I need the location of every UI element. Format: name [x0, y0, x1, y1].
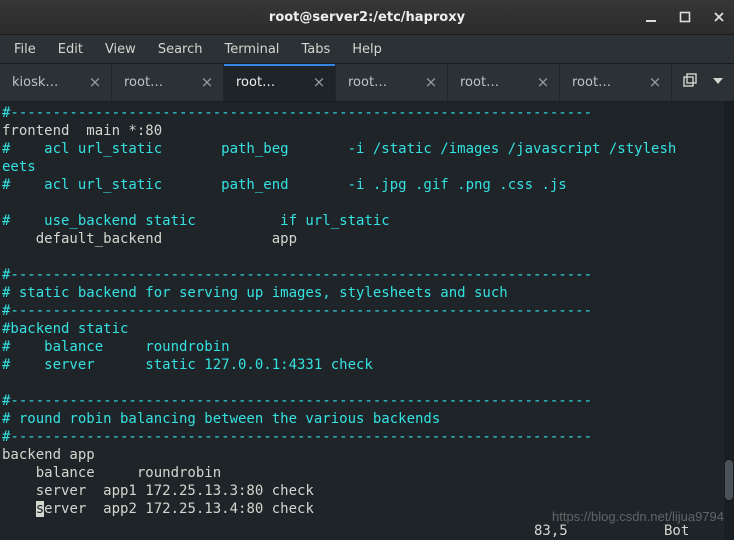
tab-5[interactable]: root… ×: [560, 64, 672, 101]
menu-search[interactable]: Search: [148, 38, 213, 61]
close-icon[interactable]: ×: [535, 75, 551, 91]
minimize-button[interactable]: [642, 8, 660, 26]
maximize-button[interactable]: [676, 8, 694, 26]
close-button[interactable]: [710, 8, 728, 26]
tab-4[interactable]: root… ×: [448, 64, 560, 101]
tab-label: root…: [348, 75, 417, 90]
tab-3[interactable]: root… ×: [336, 64, 448, 101]
terminal-output[interactable]: #---------------------------------------…: [0, 102, 734, 540]
menu-help[interactable]: Help: [342, 38, 392, 61]
tab-label: root…: [236, 75, 305, 90]
menu-file[interactable]: File: [4, 38, 46, 61]
menu-tabs[interactable]: Tabs: [291, 38, 340, 61]
menu-edit[interactable]: Edit: [48, 38, 93, 61]
close-icon[interactable]: ×: [87, 75, 103, 91]
tab-bar: kiosk… × root… × root… × root… × root… × root… ×: [0, 64, 734, 102]
window-titlebar: root@server2:/etc/haproxy: [0, 0, 734, 35]
vim-statusline: 83,5 Bot: [0, 522, 724, 540]
new-tab-button[interactable]: [682, 73, 698, 93]
window-controls: [642, 8, 728, 26]
close-icon[interactable]: ×: [311, 75, 327, 91]
tab-2[interactable]: root… ×: [224, 64, 336, 101]
tab-extras: [672, 64, 734, 101]
tab-label: kiosk…: [12, 75, 81, 90]
terminal-area[interactable]: #---------------------------------------…: [0, 102, 734, 540]
close-icon[interactable]: ×: [199, 75, 215, 91]
vim-position: 83,5: [534, 522, 664, 540]
close-icon[interactable]: ×: [423, 75, 439, 91]
window-title: root@server2:/etc/haproxy: [0, 10, 734, 25]
scrollbar-thumb[interactable]: [725, 460, 733, 500]
menu-view[interactable]: View: [95, 38, 146, 61]
menu-terminal[interactable]: Terminal: [214, 38, 289, 61]
tab-label: root…: [460, 75, 529, 90]
tab-1[interactable]: root… ×: [112, 64, 224, 101]
menubar: File Edit View Search Terminal Tabs Help: [0, 35, 734, 64]
tab-label: root…: [572, 75, 641, 90]
tab-0[interactable]: kiosk… ×: [0, 64, 112, 101]
tab-label: root…: [124, 75, 193, 90]
vim-percent: Bot: [664, 522, 724, 540]
close-icon[interactable]: ×: [647, 75, 663, 91]
tab-menu-button[interactable]: [712, 75, 724, 91]
scrollbar[interactable]: [724, 102, 734, 540]
